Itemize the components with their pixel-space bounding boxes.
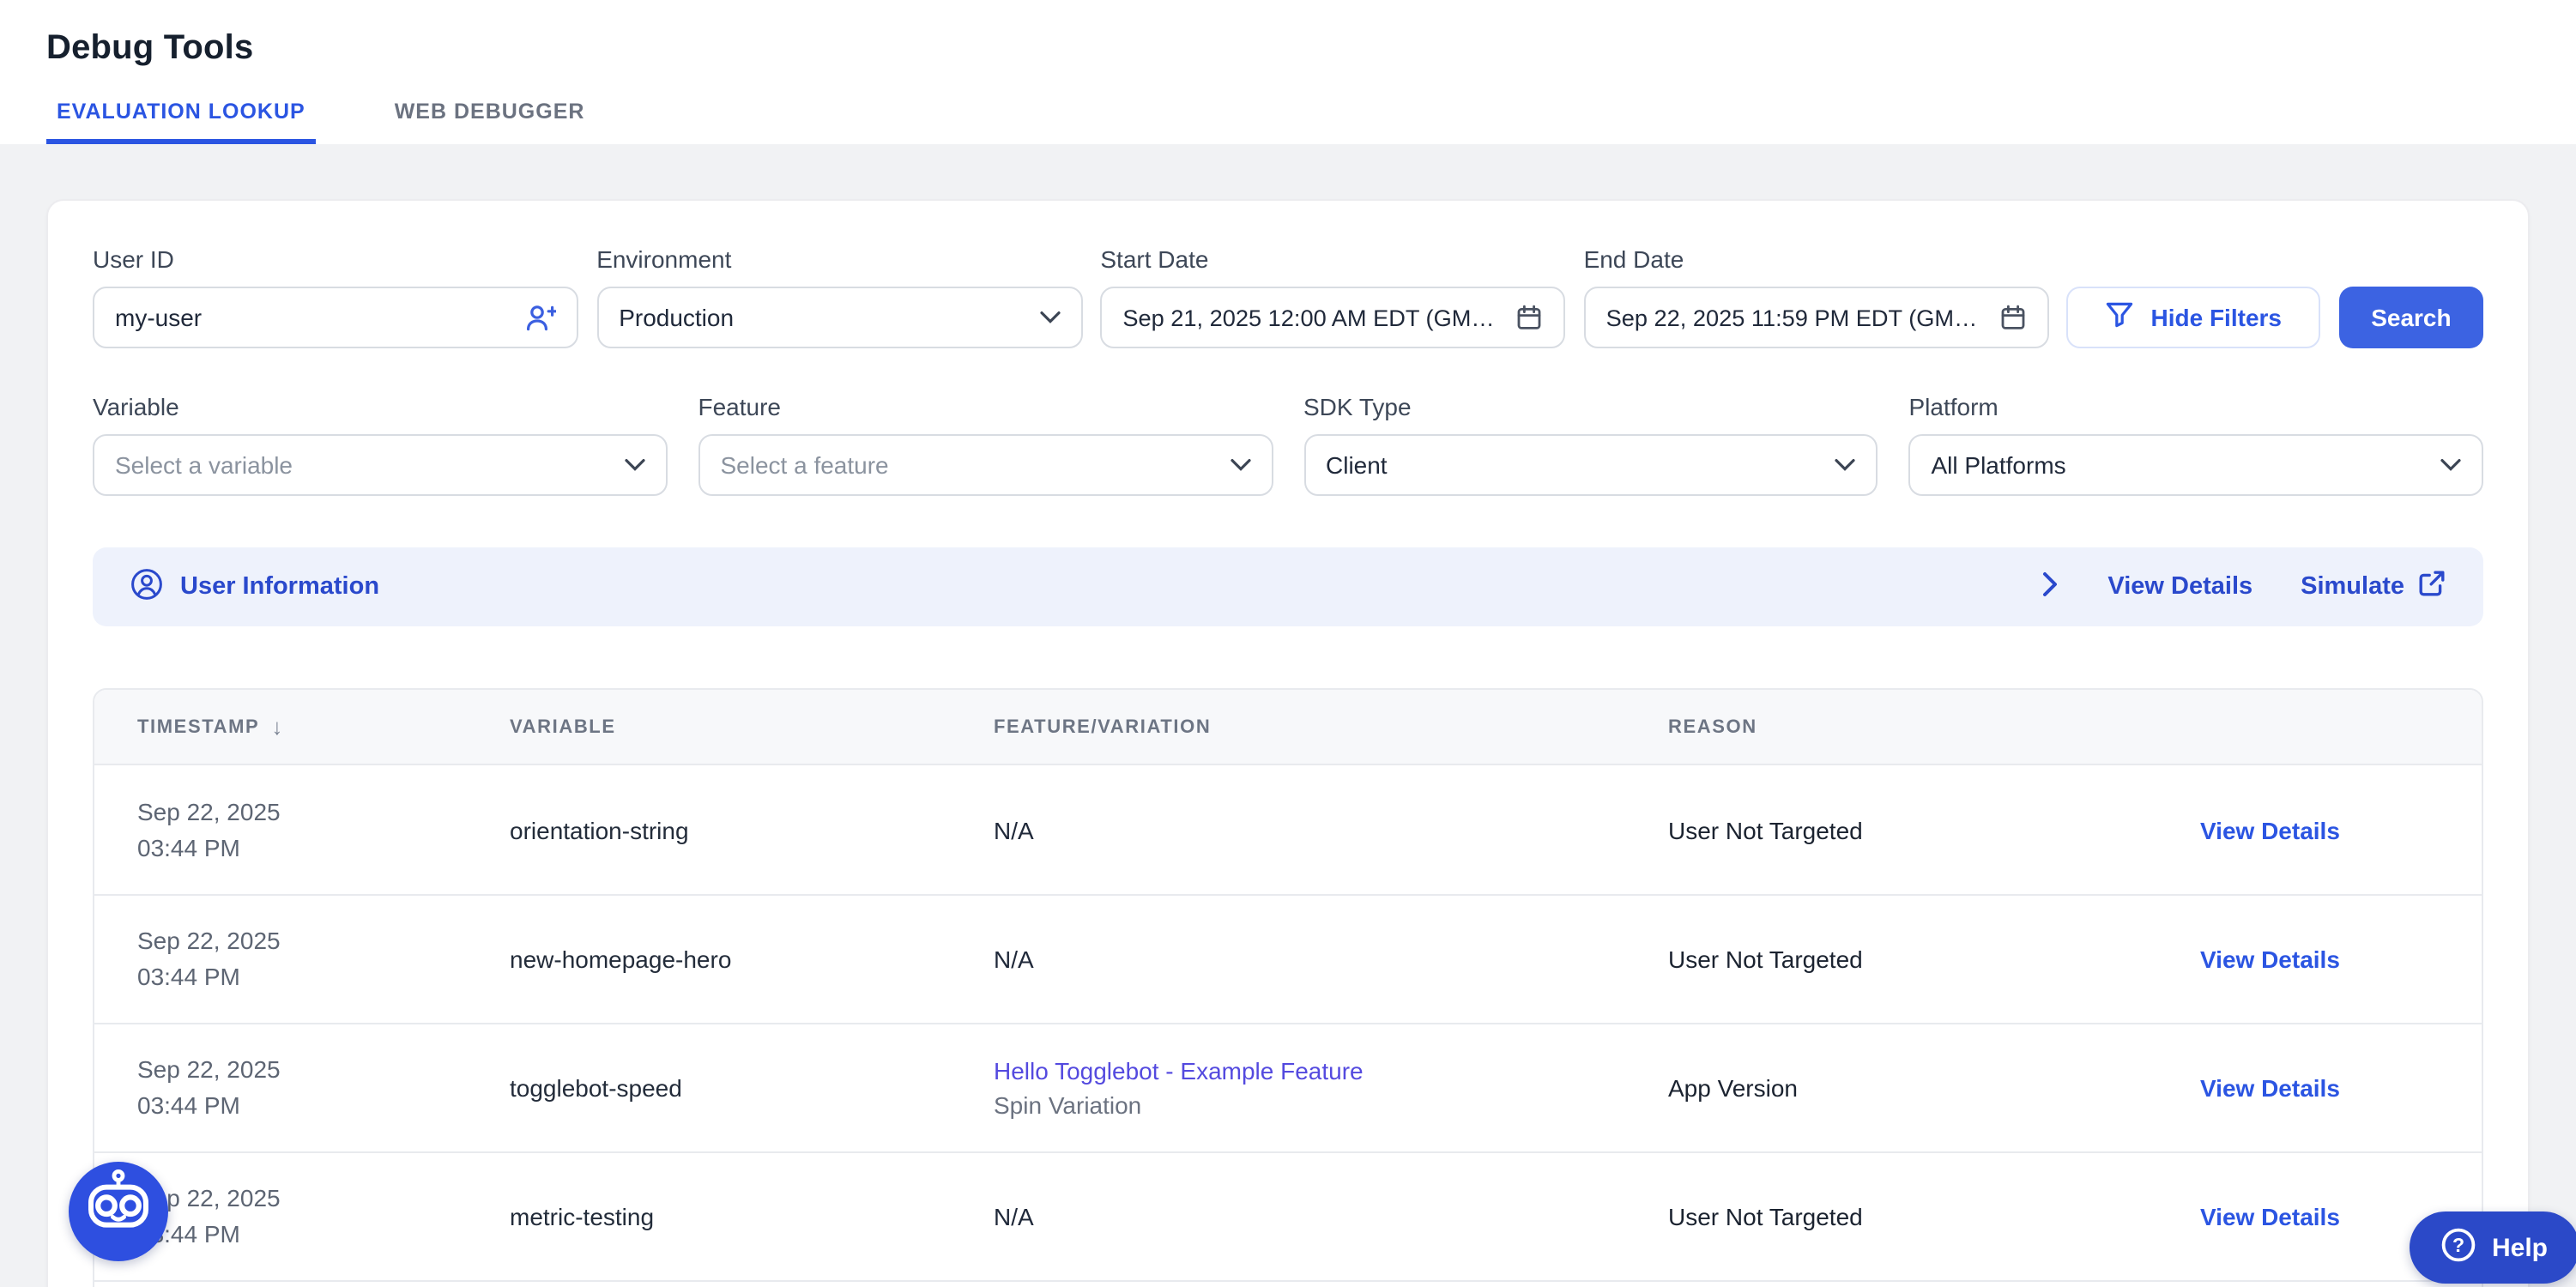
sdk-type-label: SDK Type xyxy=(1303,393,1878,420)
variable-name: togglebot-speed xyxy=(510,1074,934,1102)
variable-placeholder: Select a variable xyxy=(115,451,611,479)
user-information-title: User Information xyxy=(180,573,379,601)
end-date-value: Sep 22, 2025 11:59 PM EDT (GM… xyxy=(1606,305,1986,330)
funnel-icon xyxy=(2107,302,2134,333)
reason-value: User Not Targeted xyxy=(1668,1203,2140,1230)
top-bar: Debug Tools EVALUATION LOOKUP WEB DEBUGG… xyxy=(0,0,2576,144)
timestamp-time: 03:44 PM xyxy=(137,959,450,995)
reason-value: User Not Targeted xyxy=(1668,816,2140,843)
add-user-icon[interactable] xyxy=(525,303,556,332)
evaluation-lookup-panel: User ID Environment xyxy=(46,199,2530,1287)
table-row: Sep 22, 202503:44 PM togglebot-speed Hel… xyxy=(94,1023,2482,1151)
table-row: Sep 22, 202503:44 PM orientation-string … xyxy=(94,765,2482,894)
user-circle-icon xyxy=(130,567,163,607)
timestamp-date: Sep 22, 2025 xyxy=(137,1181,450,1217)
timestamp-date: Sep 22, 2025 xyxy=(137,923,450,959)
timestamp-date: Sep 22, 2025 xyxy=(137,794,450,830)
variation-name: Spin Variation xyxy=(994,1088,1608,1122)
chevron-down-icon xyxy=(2440,458,2461,472)
start-date-value: Sep 21, 2025 12:00 AM EDT (GM… xyxy=(1122,305,1502,330)
table-header: TIMESTAMP ↓ VARIABLE FEATURE/VARIATION R… xyxy=(94,690,2482,765)
evaluations-table: TIMESTAMP ↓ VARIABLE FEATURE/VARIATION R… xyxy=(93,688,2483,1287)
page-title: Debug Tools xyxy=(46,0,2530,69)
start-date-input[interactable]: Sep 21, 2025 12:00 AM EDT (GM… xyxy=(1100,287,1565,348)
table-row xyxy=(94,1280,2482,1287)
hide-filters-button[interactable]: Hide Filters xyxy=(2067,287,2321,348)
variable-label: Variable xyxy=(93,393,668,420)
variable-name: orientation-string xyxy=(510,816,934,843)
variable-name: metric-testing xyxy=(510,1203,934,1230)
variable-name: new-homepage-hero xyxy=(510,946,934,973)
row-view-details-link[interactable]: View Details xyxy=(2200,1074,2464,1102)
tab-bar: EVALUATION LOOKUP WEB DEBUGGER xyxy=(46,100,595,144)
environment-value: Production xyxy=(619,304,1025,331)
togglebot-fab[interactable] xyxy=(69,1162,168,1261)
filter-row-primary: User ID Environment xyxy=(93,245,2483,348)
feature-link[interactable]: Hello Togglebot - Example Feature xyxy=(994,1054,1608,1088)
platform-label: Platform xyxy=(1909,393,2484,420)
question-circle-icon: ? xyxy=(2440,1226,2476,1269)
simulate-label: Simulate xyxy=(2301,573,2404,601)
user-information-banner: User Information View Details Simulate xyxy=(93,547,2483,626)
table-row: Sep 22, 202503:44 PM new-homepage-hero N… xyxy=(94,894,2482,1023)
variable-select[interactable]: Select a variable xyxy=(93,434,668,496)
chevron-down-icon xyxy=(1230,458,1250,472)
row-view-details-link[interactable]: View Details xyxy=(2200,946,2464,973)
table-row: Sep 22, 202503:44 PM metric-testing N/A … xyxy=(94,1151,2482,1280)
row-view-details-link[interactable]: View Details xyxy=(2200,816,2464,843)
timestamp-time: 03:44 PM xyxy=(137,830,450,866)
feature-select[interactable]: Select a feature xyxy=(698,434,1273,496)
external-link-icon xyxy=(2418,570,2446,604)
column-header-variable: VARIABLE xyxy=(467,690,951,764)
sort-descending-icon: ↓ xyxy=(271,714,282,740)
timestamp-time: 03:44 PM xyxy=(137,1088,450,1124)
user-id-value[interactable] xyxy=(115,304,511,331)
timestamp-date: Sep 22, 2025 xyxy=(137,1052,450,1088)
debug-tools-screen: Debug Tools EVALUATION LOOKUP WEB DEBUGG… xyxy=(0,0,2576,1287)
column-header-feature-variation: FEATURE/VARIATION xyxy=(951,690,1625,764)
environment-label: Environment xyxy=(596,245,1082,273)
platform-value: All Platforms xyxy=(1932,451,2428,479)
sdk-type-value: Client xyxy=(1326,451,1822,479)
timestamp-time: 03:44 PM xyxy=(137,1217,450,1253)
tab-evaluation-lookup[interactable]: EVALUATION LOOKUP xyxy=(46,100,316,144)
column-header-actions xyxy=(2157,690,2482,764)
chevron-down-icon xyxy=(1039,311,1060,324)
help-button[interactable]: ? Help xyxy=(2410,1211,2576,1284)
search-button[interactable]: Search xyxy=(2339,287,2483,348)
chevron-right-icon[interactable] xyxy=(2042,571,2059,603)
reason-value: User Not Targeted xyxy=(1668,946,2140,973)
filter-row-secondary: Variable Select a variable Feature Selec… xyxy=(93,393,2483,496)
environment-select[interactable]: Production xyxy=(596,287,1082,348)
feature-value: N/A xyxy=(994,946,1608,973)
help-label: Help xyxy=(2492,1233,2548,1262)
robot-icon xyxy=(69,1157,168,1266)
simulate-link[interactable]: Simulate xyxy=(2301,570,2446,604)
user-id-label: User ID xyxy=(93,245,578,273)
user-info-view-details-link[interactable]: View Details xyxy=(2107,573,2252,601)
column-header-reason: REASON xyxy=(1625,690,2157,764)
feature-value: N/A xyxy=(994,1203,1608,1230)
end-date-label: End Date xyxy=(1584,245,2049,273)
chevron-down-icon xyxy=(1835,458,1856,472)
end-date-input[interactable]: Sep 22, 2025 11:59 PM EDT (GM… xyxy=(1584,287,2049,348)
calendar-icon xyxy=(1515,304,1543,331)
feature-label: Feature xyxy=(698,393,1273,420)
feature-value: N/A xyxy=(994,816,1608,843)
svg-text:?: ? xyxy=(2452,1233,2464,1255)
feature-placeholder: Select a feature xyxy=(721,451,1217,479)
user-id-input[interactable] xyxy=(93,287,578,348)
sdk-type-select[interactable]: Client xyxy=(1303,434,1878,496)
page-body: User ID Environment xyxy=(0,144,2576,1287)
chevron-down-icon xyxy=(625,458,645,472)
reason-value: App Version xyxy=(1668,1074,2140,1102)
start-date-label: Start Date xyxy=(1100,245,1565,273)
platform-select[interactable]: All Platforms xyxy=(1909,434,2484,496)
hide-filters-label: Hide Filters xyxy=(2151,304,2283,331)
tab-web-debugger[interactable]: WEB DEBUGGER xyxy=(384,100,596,144)
search-label: Search xyxy=(2371,304,2451,331)
column-header-timestamp[interactable]: TIMESTAMP ↓ xyxy=(94,690,467,764)
calendar-icon xyxy=(1999,304,2027,331)
